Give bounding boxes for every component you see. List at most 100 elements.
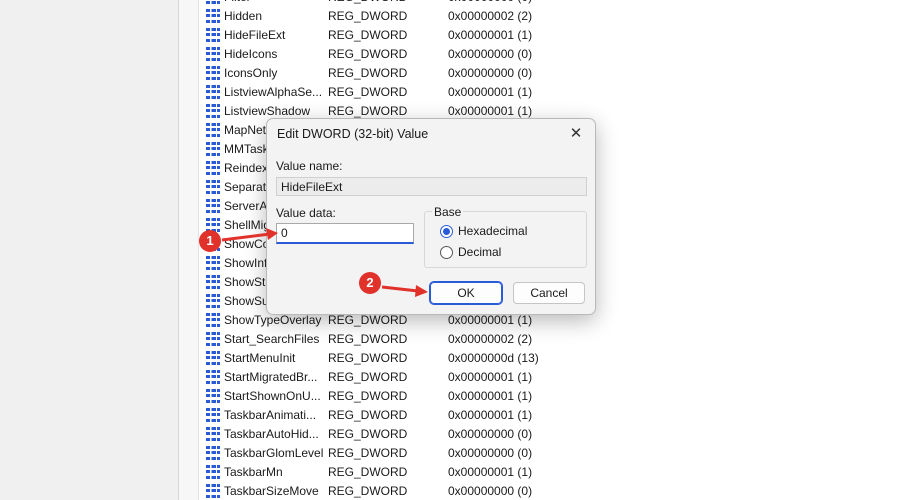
- value-name: Start_SearchFiles: [224, 331, 320, 346]
- value-name: ListviewShadow: [224, 103, 311, 118]
- step-2-badge: 2: [359, 272, 381, 294]
- base-label: Base: [432, 205, 464, 219]
- value-data: 0x0000000d (13): [448, 350, 539, 365]
- value-name-label: Value name:: [276, 159, 343, 173]
- registry-row[interactable]: TaskbarSizeMove REG_DWORD 0x00000000 (0): [205, 481, 805, 500]
- value-data: 0x00000000 (0): [448, 65, 533, 80]
- value-name: TaskbarAutoHid...: [224, 426, 319, 441]
- value-data: 0x00000000 (0): [448, 426, 533, 441]
- base-groupbox: [424, 211, 587, 268]
- reg-dword-icon: [205, 426, 221, 441]
- value-type: REG_DWORD: [328, 445, 408, 460]
- value-data: 0x00000000 (0): [448, 46, 533, 61]
- reg-dword-icon: [205, 350, 221, 365]
- registry-row[interactable]: TaskbarGlomLevel REG_DWORD 0x00000000 (0): [205, 443, 805, 462]
- value-data: 0x00000001 (1): [448, 27, 533, 42]
- value-type: REG_DWORD: [328, 84, 408, 99]
- value-type: REG_DWORD: [328, 426, 408, 441]
- reg-dword-icon: [205, 331, 221, 346]
- reg-dword-icon: [205, 388, 221, 403]
- value-name: TaskbarMn: [224, 464, 283, 479]
- value-name: StartMenuInit: [224, 350, 296, 365]
- registry-row[interactable]: TaskbarAnimati... REG_DWORD 0x00000001 (1): [205, 405, 805, 424]
- registry-row[interactable]: TaskbarMn REG_DWORD 0x00000001 (1): [205, 462, 805, 481]
- value-data: 0x00000001 (1): [448, 369, 533, 384]
- registry-row[interactable]: Hidden REG_DWORD 0x00000002 (2): [205, 6, 805, 25]
- value-data: 0x00000001 (1): [448, 464, 533, 479]
- radio-hexadecimal[interactable]: Hexadecimal: [440, 224, 527, 238]
- value-type: REG_DWORD: [328, 464, 408, 479]
- reg-dword-icon: [205, 293, 221, 308]
- value-type: REG_DWORD: [328, 65, 408, 80]
- value-data: 0x00000000 (0): [448, 483, 533, 498]
- value-name: Hidden: [224, 8, 263, 23]
- ok-button[interactable]: OK: [429, 281, 503, 305]
- registry-row[interactable]: HideIcons REG_DWORD 0x00000000 (0): [205, 44, 805, 63]
- value-type: REG_DWORD: [328, 27, 408, 42]
- value-type: REG_DWORD: [328, 369, 408, 384]
- radio-unselected-icon: [440, 245, 453, 259]
- value-name: Filter: [224, 0, 328, 4]
- value-name: IconsOnly: [224, 65, 278, 80]
- registry-row[interactable]: TaskbarAutoHid... REG_DWORD 0x00000000 (0): [205, 424, 805, 443]
- value-data: 0x00000001 (1): [448, 84, 533, 99]
- dialog-title: Edit DWORD (32-bit) Value: [277, 127, 429, 141]
- reg-dword-icon: [205, 27, 221, 42]
- value-data: 0x00000000 (0): [448, 445, 533, 460]
- reg-dword-icon: [205, 312, 221, 327]
- radio-selected-icon: [440, 224, 453, 238]
- reg-dword-icon: [205, 103, 221, 118]
- value-type: REG_DWORD: [328, 350, 408, 365]
- registry-row[interactable]: StartMigratedBr... REG_DWORD 0x00000001 (1…: [205, 367, 805, 386]
- reg-dword-icon: [205, 160, 221, 175]
- value-type: REG_DWORD: [328, 46, 408, 61]
- reg-dword-icon: [205, 141, 221, 156]
- radio-decimal[interactable]: Decimal: [440, 245, 501, 259]
- value-name: TaskbarAnimati...: [224, 407, 317, 422]
- reg-dword-icon: [205, 445, 221, 460]
- value-data: 0x00000001 (1): [448, 388, 533, 403]
- value-data: 0x00000001 (1): [448, 103, 533, 118]
- value-name: HideFileExt: [224, 27, 286, 42]
- value-data-input[interactable]: 0: [276, 223, 414, 244]
- cancel-button[interactable]: Cancel: [513, 282, 585, 304]
- reg-dword-icon: [205, 369, 221, 384]
- registry-row[interactable]: StartMenuInit REG_DWORD 0x0000000d (13): [205, 348, 805, 367]
- registry-row[interactable]: ListviewAlphaSe... REG_DWORD 0x00000001 (1…: [205, 82, 805, 101]
- step-2-arrow-icon: [381, 285, 428, 297]
- value-name: HideIcons: [224, 46, 278, 61]
- value-data-label: Value data:: [276, 206, 336, 220]
- value-name: ListviewAlphaSe...: [224, 84, 323, 99]
- reg-dword-icon: [205, 464, 221, 479]
- registry-row[interactable]: HideFileExt REG_DWORD 0x00000001 (1): [205, 25, 805, 44]
- value-data: 0x00000002 (2): [448, 8, 533, 23]
- value-type: REG_DWORD: [328, 388, 408, 403]
- registry-row[interactable]: IconsOnly REG_DWORD 0x00000000 (0): [205, 63, 805, 82]
- value-data: 0x00000000 (0): [448, 0, 532, 4]
- reg-dword-icon: [205, 46, 221, 61]
- radio-decimal-label: Decimal: [458, 245, 502, 259]
- close-icon[interactable]: ✕: [565, 124, 587, 144]
- value-name: StartShownOnU...: [224, 388, 321, 403]
- value-type: REG_DWORD: [328, 103, 408, 118]
- value-name: StartMigratedBr...: [224, 369, 318, 384]
- reg-dword-icon: [205, 198, 221, 213]
- value-data: 0x00000001 (1): [448, 407, 533, 422]
- step-1-badge: 1: [199, 230, 221, 252]
- value-type: REG_DWORD: [328, 407, 408, 422]
- registry-row[interactable]: Start_SearchFiles REG_DWORD 0x00000002 (2): [205, 329, 805, 348]
- value-type: REG_DWORD: [328, 0, 407, 4]
- reg-dword-icon: [205, 8, 221, 23]
- step-1-arrow-icon: [221, 228, 278, 242]
- reg-dword-icon: [205, 65, 221, 80]
- value-type: REG_DWORD: [328, 331, 408, 346]
- edit-dword-dialog: Edit DWORD (32-bit) Value ✕ Value name: …: [266, 118, 596, 315]
- value-type: REG_DWORD: [328, 483, 408, 498]
- value-name-field: HideFileExt: [276, 177, 587, 196]
- value-name: TaskbarGlomLevel: [224, 445, 324, 460]
- value-type: REG_DWORD: [328, 8, 408, 23]
- reg-dword-icon: [205, 122, 221, 137]
- tree-pane-edge: [179, 0, 199, 500]
- reg-dword-icon: [205, 84, 221, 99]
- registry-row[interactable]: StartShownOnU... REG_DWORD 0x00000001 (1): [205, 386, 805, 405]
